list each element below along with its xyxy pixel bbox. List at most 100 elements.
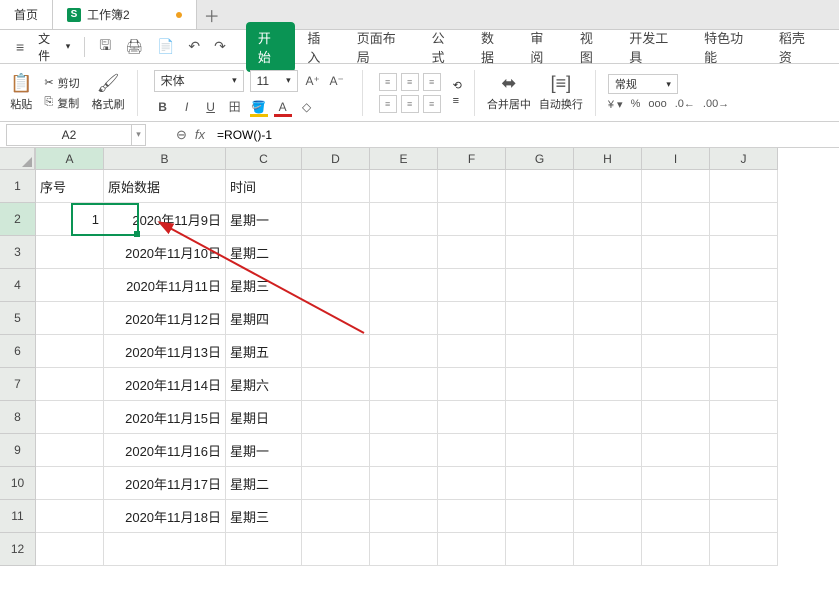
redo-icon[interactable]: ↷: [208, 34, 232, 59]
cell[interactable]: 2020年11月13日: [104, 335, 226, 368]
cell[interactable]: [302, 203, 370, 236]
cell[interactable]: [370, 368, 438, 401]
cell[interactable]: [710, 302, 778, 335]
cell[interactable]: [574, 368, 642, 401]
col-header[interactable]: B: [104, 148, 226, 170]
cell[interactable]: [302, 533, 370, 566]
row-header[interactable]: 3: [0, 236, 35, 269]
cell[interactable]: [574, 203, 642, 236]
cell[interactable]: [438, 335, 506, 368]
cell[interactable]: [710, 170, 778, 203]
dec-inc-button[interactable]: .0←: [675, 98, 695, 111]
cell[interactable]: [574, 269, 642, 302]
number-format-select[interactable]: 常规▾: [608, 74, 678, 94]
cell[interactable]: [370, 533, 438, 566]
cell[interactable]: [506, 368, 574, 401]
cell[interactable]: [438, 401, 506, 434]
cell[interactable]: [642, 500, 710, 533]
cell[interactable]: [710, 203, 778, 236]
fx-icon[interactable]: fx: [195, 127, 205, 142]
cell[interactable]: [506, 302, 574, 335]
ribbon-tab-formula[interactable]: 公式: [420, 22, 469, 72]
align-top-center[interactable]: ≡: [401, 73, 419, 91]
cell[interactable]: [104, 533, 226, 566]
cell[interactable]: [710, 500, 778, 533]
formula-input[interactable]: [213, 126, 513, 144]
cell[interactable]: 原始数据: [104, 170, 226, 203]
cell[interactable]: [642, 269, 710, 302]
cancel-formula-icon[interactable]: ⊖: [176, 127, 187, 143]
cell[interactable]: [506, 434, 574, 467]
row-header[interactable]: 8: [0, 401, 35, 434]
cell[interactable]: [506, 236, 574, 269]
percent-button[interactable]: %: [631, 98, 641, 111]
cell[interactable]: 序号: [36, 170, 104, 203]
cell[interactable]: [302, 401, 370, 434]
cell[interactable]: [36, 467, 104, 500]
cell[interactable]: 2020年11月14日: [104, 368, 226, 401]
cell[interactable]: [302, 269, 370, 302]
fill-color-button[interactable]: 🪣: [250, 98, 268, 116]
align-center[interactable]: ≡: [401, 95, 419, 113]
col-header[interactable]: E: [370, 148, 438, 170]
cell[interactable]: [370, 236, 438, 269]
clear-format-button[interactable]: ◇: [298, 98, 316, 116]
cell[interactable]: [710, 434, 778, 467]
cell[interactable]: [506, 269, 574, 302]
cell[interactable]: [302, 434, 370, 467]
cell[interactable]: 2020年11月11日: [104, 269, 226, 302]
cell[interactable]: 星期五: [226, 335, 302, 368]
cell[interactable]: [574, 170, 642, 203]
ribbon-tab-special[interactable]: 特色功能: [692, 22, 767, 72]
cell[interactable]: [36, 236, 104, 269]
row-header[interactable]: 11: [0, 500, 35, 533]
cell[interactable]: 星期二: [226, 467, 302, 500]
cell[interactable]: [642, 401, 710, 434]
tab-add-button[interactable]: ＋: [197, 0, 227, 29]
cell[interactable]: [642, 533, 710, 566]
underline-button[interactable]: U: [202, 98, 220, 116]
print-preview-icon[interactable]: 🖨: [119, 34, 149, 59]
align-top-right[interactable]: ≡: [423, 73, 441, 91]
wrap-text-button[interactable]: [≡]自动换行: [539, 73, 583, 112]
cell[interactable]: [36, 302, 104, 335]
cell[interactable]: [438, 302, 506, 335]
cell[interactable]: [710, 269, 778, 302]
save-icon[interactable]: 🖫: [93, 31, 117, 63]
cell[interactable]: [36, 368, 104, 401]
col-header[interactable]: J: [710, 148, 778, 170]
col-header[interactable]: A: [36, 148, 104, 170]
cell[interactable]: [36, 335, 104, 368]
undo-icon[interactable]: ↶: [182, 34, 206, 59]
cell[interactable]: 2020年11月12日: [104, 302, 226, 335]
cell[interactable]: [36, 434, 104, 467]
dec-dec-button[interactable]: .00→: [703, 98, 729, 111]
cell[interactable]: [370, 401, 438, 434]
cell[interactable]: 星期四: [226, 302, 302, 335]
cell[interactable]: [710, 467, 778, 500]
cell[interactable]: [642, 302, 710, 335]
cell[interactable]: [642, 368, 710, 401]
cell[interactable]: 星期六: [226, 368, 302, 401]
cell[interactable]: [574, 335, 642, 368]
row-header[interactable]: 1: [0, 170, 35, 203]
cell[interactable]: [438, 467, 506, 500]
row-header[interactable]: 10: [0, 467, 35, 500]
cell[interactable]: [438, 434, 506, 467]
cell[interactable]: [438, 170, 506, 203]
increase-font-icon[interactable]: A⁺: [304, 72, 322, 90]
font-color-button[interactable]: A: [274, 98, 292, 116]
cell[interactable]: [36, 533, 104, 566]
cell[interactable]: [438, 533, 506, 566]
cell[interactable]: [370, 203, 438, 236]
chevron-down-icon[interactable]: ▾: [131, 125, 145, 145]
ribbon-tab-start[interactable]: 开始: [246, 22, 295, 72]
cell[interactable]: [36, 500, 104, 533]
row-header[interactable]: 6: [0, 335, 35, 368]
merge-center-button[interactable]: ⬌合并居中: [487, 73, 531, 112]
file-menu[interactable]: 文件▾: [32, 30, 76, 64]
cell[interactable]: [642, 467, 710, 500]
row-header[interactable]: 4: [0, 269, 35, 302]
cell[interactable]: [370, 467, 438, 500]
col-header[interactable]: C: [226, 148, 302, 170]
